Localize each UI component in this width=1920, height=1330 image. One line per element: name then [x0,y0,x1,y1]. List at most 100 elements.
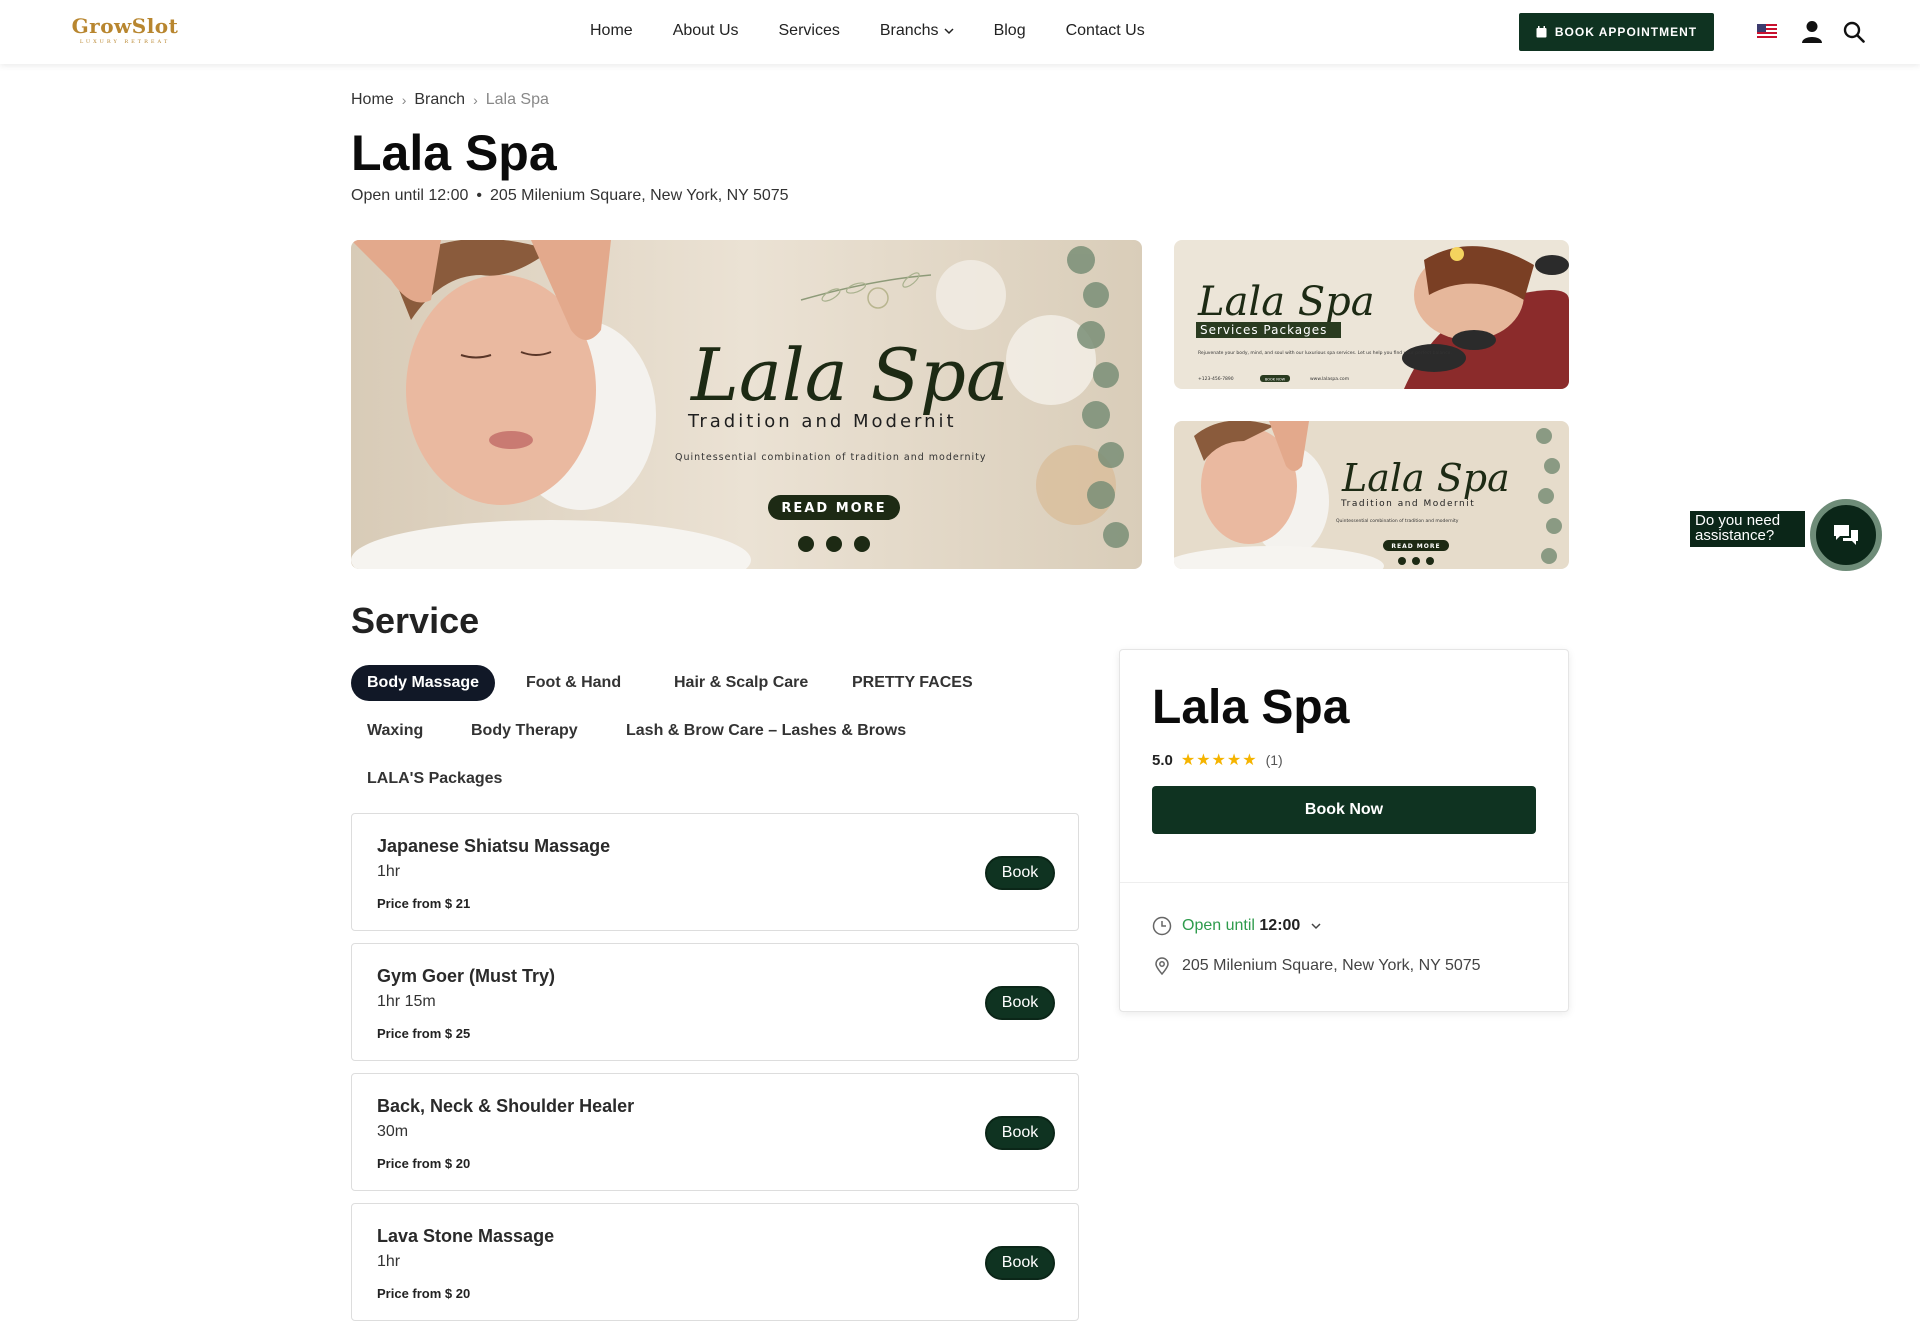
open-time: 12:00 [1259,917,1301,934]
service-card: Gym Goer (Must Try) 1hr 15m Price from $… [351,943,1079,1061]
user-icon[interactable] [1801,20,1823,44]
service-card: Back, Neck & Shoulder Healer 30m Price f… [351,1073,1079,1191]
service-section-title: Service [351,600,480,641]
open-hours-text: Open until 12:00 [351,187,469,204]
thumb1-website: www.lalaspa.com [1310,376,1349,382]
service-price: Price from $ 21 [377,896,471,911]
rating-row: 5.0 ★★★★★ (1) [1152,750,1283,770]
main-nav: Home About Us Services Branchs Blog Cont… [590,22,1185,40]
thumb1-body-text: Rejuvenate your body, mind, and soul wit… [1198,350,1452,356]
service-duration: 30m [377,1123,409,1140]
book-appointment-button[interactable]: BOOK APPOINTMENT [1519,13,1714,51]
logo[interactable]: GrowSlot LUXURY RETREAT [70,14,180,45]
nav-about[interactable]: About Us [673,22,739,40]
hero-read-more: READ MORE [781,501,886,516]
branch-info-card: Lala Spa 5.0 ★★★★★ (1) Book Now Open unt… [1119,649,1569,1012]
separator-dot: • [476,187,483,204]
thumb1-book-now: BOOK NOW [1265,378,1286,382]
nav-home[interactable]: Home [590,22,633,40]
divider [1120,882,1568,883]
logo-tagline: LUXURY RETREAT [79,39,171,45]
chat-bubbles-icon [1834,525,1858,545]
location-pin-icon [1155,957,1169,976]
logo-text: GrowSlot [71,14,179,38]
nav-branchs[interactable]: Branchs [880,22,954,40]
tab-body-massage[interactable]: Body Massage [351,665,496,701]
gallery-thumb-packages[interactable]: Lala Spa Services Packages Rejuvenate yo… [1174,240,1569,389]
chevron-down-icon [1311,923,1321,930]
rating-score: 5.0 [1152,751,1173,769]
nav-label: Contact Us [1065,22,1145,39]
tab-hair-scalp[interactable]: Hair & Scalp Care [658,665,824,701]
service-price: Price from $ 20 [377,1156,471,1171]
address-text: 205 Milenium Square, New York, NY 5075 [490,187,789,204]
nav-label: Blog [993,22,1026,39]
tab-waxing[interactable]: Waxing [351,713,439,749]
service-book-button[interactable]: Book [985,1116,1055,1150]
page-title: Lala Spa [351,125,557,181]
nav-label: Services [778,22,840,39]
nav-label: Branchs [879,22,939,39]
thumb1-script-title: Lala Spa [1197,279,1375,325]
book-appointment-label: BOOK APPOINTMENT [1554,25,1698,39]
thumb2-subtagline: Quintessential combination of tradition … [1336,518,1459,524]
clock-icon [1152,916,1172,936]
hero-banner[interactable]: Lala Spa Tradition and Modernit Quintess… [351,240,1142,569]
breadcrumb: Home › Branch › Lala Spa [351,91,549,109]
nav-label: About Us [672,22,739,39]
tab-lalas-packages[interactable]: LALA'S Packages [351,761,518,797]
tab-foot-hand[interactable]: Foot & Hand [510,665,637,701]
open-status: Open until [1182,917,1255,934]
facebook-icon [798,536,814,552]
breadcrumb-home[interactable]: Home [351,91,394,109]
branch-address: 205 Milenium Square, New York, NY 5075 [1182,957,1481,974]
hero-subtagline: Quintessential combination of tradition … [675,452,986,463]
thumb2-tagline: Tradition and Modernit [1340,499,1475,509]
hero-tagline: Tradition and Modernit [687,411,957,432]
search-icon[interactable] [1843,21,1865,43]
service-duration: 1hr [377,863,401,880]
service-duration: 1hr 15m [377,993,436,1010]
nav-label: Home [590,22,633,39]
service-book-button[interactable]: Book [985,1246,1055,1280]
hero-illustration: Lala Spa Tradition and Modernit Quintess… [351,240,1142,569]
service-book-button[interactable]: Book [985,986,1055,1020]
chat-label-text: Do you need assistance? [1695,512,1781,544]
chevron-right-icon: › [401,92,407,108]
opening-hours-toggle[interactable]: Open until 12:00 [1152,916,1322,936]
tab-lash-brow[interactable]: Lash & Brow Care – Lashes & Brows [610,713,922,749]
book-now-button[interactable]: Book Now [1152,786,1536,834]
gallery-thumb-tradition[interactable]: Lala Spa Tradition and Modernit Quintess… [1174,421,1569,569]
service-card: Lava Stone Massage 1hr Price from $ 20 B… [351,1203,1079,1321]
branch-subline: Open until 12:00 • 205 Milenium Square, … [351,187,789,205]
service-card: Japanese Shiatsu Massage 1hr Price from … [351,813,1079,931]
service-price: Price from $ 25 [377,1026,471,1041]
service-book-button[interactable]: Book [985,856,1055,890]
branch-card-title: Lala Spa [1152,681,1350,734]
nav-blog[interactable]: Blog [994,22,1026,40]
service-duration: 1hr [377,1253,401,1270]
thumb2-script-title: Lala Spa [1341,456,1510,500]
breadcrumb-branch[interactable]: Branch [414,91,465,109]
twitter-icon [854,536,870,552]
service-name: Back, Neck & Shoulder Healer [377,1096,635,1116]
chat-assist-label[interactable]: Do you need assistance? [1690,511,1805,547]
service-name: Gym Goer (Must Try) [377,966,556,986]
service-name: Japanese Shiatsu Massage [377,836,611,856]
hero-script-title: Lala Spa [689,333,1009,417]
calendar-icon [1536,26,1547,38]
tab-pretty-faces[interactable]: PRETTY FACES [836,665,989,701]
thumb1-banner-text: Services Packages [1200,323,1327,337]
chevron-right-icon: › [473,92,478,108]
service-price: Price from $ 20 [377,1286,471,1301]
chat-button[interactable] [1810,499,1882,571]
tab-body-therapy[interactable]: Body Therapy [455,713,594,749]
nav-contact[interactable]: Contact Us [1066,22,1145,40]
thumb-illustration: Lala Spa Tradition and Modernit Quintess… [1174,421,1569,569]
us-flag-icon[interactable] [1757,24,1777,38]
rating-count[interactable]: (1) [1266,752,1283,768]
thumb-illustration: Lala Spa Services Packages Rejuvenate yo… [1174,240,1569,389]
service-name: Lava Stone Massage [377,1226,555,1246]
nav-services[interactable]: Services [779,22,840,40]
breadcrumb-current: Lala Spa [485,91,549,108]
